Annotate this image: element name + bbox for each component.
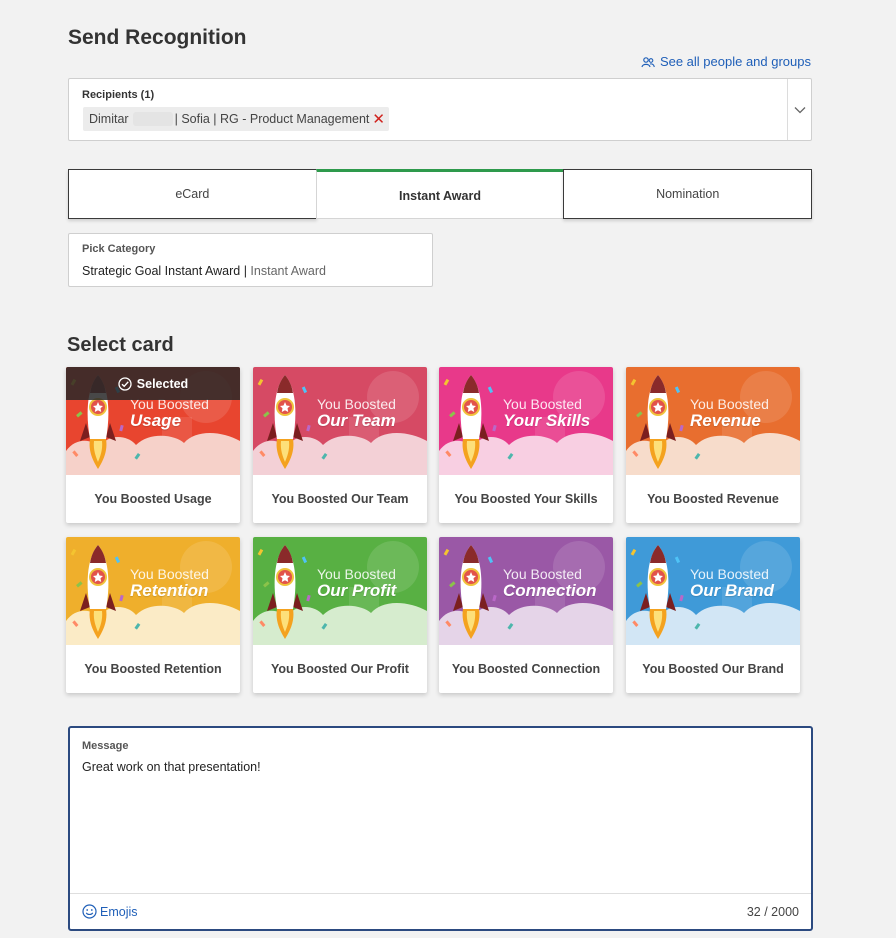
card-title: You Boosted Our Brand	[642, 662, 784, 676]
card-artwork: You Boosted Revenue	[626, 367, 800, 475]
chevron-down-icon	[794, 106, 805, 113]
card-art-caption: You Boosted	[503, 396, 582, 412]
award-type-tabs: eCard Instant Award Nomination	[68, 169, 813, 219]
emojis-label: Emojis	[100, 904, 138, 919]
card-art-subject: Your Skills	[503, 411, 591, 430]
emojis-button[interactable]: Emojis	[82, 904, 138, 919]
recipient-name-redacted	[132, 112, 173, 126]
message-label: Message	[82, 740, 129, 752]
check-circle-icon	[118, 376, 132, 391]
message-field[interactable]: Message Great work on that presentation!…	[68, 726, 813, 931]
card-title: You Boosted Retention	[84, 662, 222, 676]
recipients-dropdown-button[interactable]	[787, 79, 811, 140]
category-name: Strategic Goal Instant Award	[82, 264, 241, 278]
see-all-people-label: See all people and groups	[659, 54, 811, 69]
card-art-subject: Retention	[130, 581, 209, 600]
card-artwork: You Boosted Retention	[66, 537, 240, 645]
card-title: You Boosted Connection	[451, 662, 601, 676]
card-option[interactable]: You Boosted Connection You Boosted Connect…	[439, 537, 613, 693]
card-art-caption: You Boosted	[130, 566, 209, 582]
card-option[interactable]: You Boosted Our Brand You Boosted Our Bran…	[626, 537, 800, 693]
category-type: Instant Award	[250, 264, 326, 278]
card-art-subject: Our Profit	[317, 581, 397, 600]
message-text[interactable]: Great work on that presentation!	[82, 760, 261, 774]
card-art-subject: Our Team	[317, 411, 396, 430]
recipient-chip: Dimitar | Sofia | RG - Product Managemen…	[83, 107, 389, 131]
card-art-caption: You Boosted	[690, 566, 769, 582]
card-title: You Boosted Our Profit	[271, 662, 409, 676]
card-option[interactable]: You Boosted Usage You Boosted Usage Selecte…	[66, 367, 240, 523]
card-artwork: You Boosted Your Skills	[439, 367, 613, 475]
card-option[interactable]: You Boosted Your Skills You Boosted Your S…	[439, 367, 613, 523]
card-art-subject: Usage	[130, 411, 182, 430]
card-artwork: You Boosted Our Profit	[253, 537, 427, 645]
card-artwork: You Boosted Connection	[439, 537, 613, 645]
tab-instant-award[interactable]: Instant Award	[315, 169, 565, 219]
recipients-label: Recipients (1)	[82, 89, 155, 101]
card-title: You Boosted Revenue	[647, 492, 779, 506]
selected-indicator: Selected	[66, 367, 240, 400]
card-artwork: You Boosted Our Brand	[626, 537, 800, 645]
recipient-first-name: Dimitar	[89, 112, 129, 126]
card-art-subject: Revenue	[690, 411, 761, 430]
page-title: Send Recognition	[68, 26, 247, 49]
character-counter: 32 / 2000	[746, 905, 799, 919]
card-option[interactable]: You Boosted Retention You Boosted Retentio…	[66, 537, 240, 693]
tab-nomination[interactable]: Nomination	[563, 169, 813, 219]
card-art-caption: You Boosted	[317, 566, 396, 582]
category-separator: |	[243, 264, 247, 278]
card-art-caption: You Boosted	[503, 566, 582, 582]
recipients-field[interactable]: Recipients (1) Dimitar | Sofia | RG - Pr…	[68, 78, 812, 141]
card-art-subject: Connection	[503, 581, 597, 600]
pick-category-label: Pick Category	[82, 243, 156, 255]
card-title: You Boosted Our Team	[271, 492, 409, 506]
pick-category-value: Strategic Goal Instant Award | Instant A…	[82, 264, 326, 278]
select-card-title: Select card	[67, 334, 174, 356]
card-title: You Boosted Usage	[94, 492, 212, 506]
selected-label: Selected	[136, 376, 189, 391]
pick-category-select[interactable]: Pick Category Strategic Goal Instant Awa…	[68, 233, 433, 287]
tab-ecard[interactable]: eCard	[68, 169, 317, 219]
card-art-caption: You Boosted	[690, 396, 769, 412]
card-art-caption: You Boosted	[317, 396, 396, 412]
people-icon	[641, 56, 655, 67]
card-art-subject: Our Brand	[690, 581, 775, 600]
card-option[interactable]: You Boosted Our Team You Boosted Our Team	[253, 367, 427, 523]
card-option[interactable]: You Boosted Our Profit You Boosted Our Pro…	[253, 537, 427, 693]
card-artwork: You Boosted Our Team	[253, 367, 427, 475]
card-option[interactable]: You Boosted Revenue You Boosted Revenue	[626, 367, 800, 523]
message-footer: Emojis 32 / 2000	[70, 893, 811, 929]
recipient-details: | Sofia | RG - Product Management	[174, 112, 370, 126]
remove-recipient-icon[interactable]: ✕	[372, 112, 385, 127]
card-title: You Boosted Your Skills	[454, 492, 598, 506]
see-all-people-link[interactable]: See all people and groups	[641, 54, 811, 69]
smiley-icon	[82, 904, 97, 919]
